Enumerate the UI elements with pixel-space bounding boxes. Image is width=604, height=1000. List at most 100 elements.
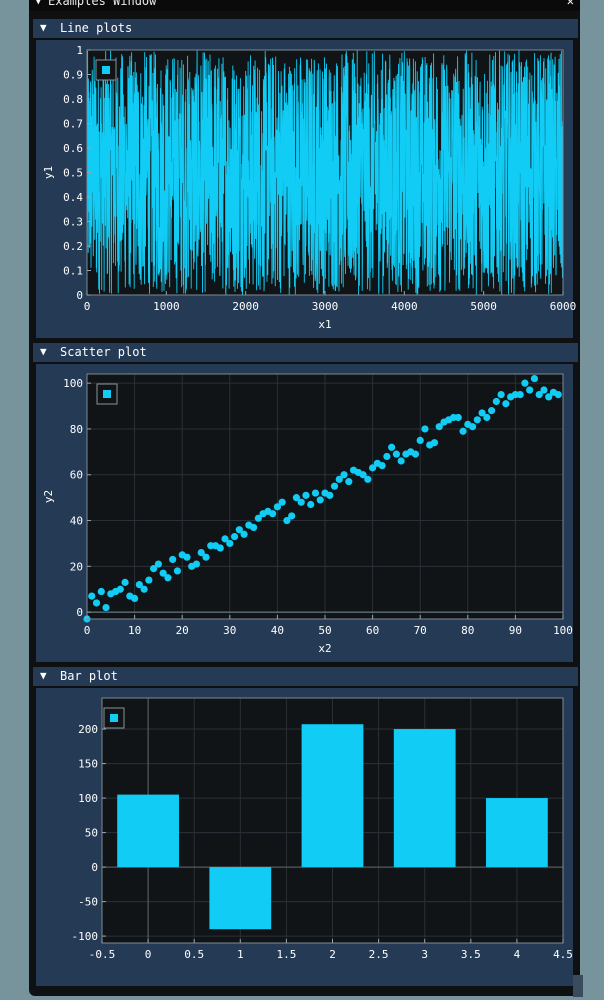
scatter-point	[278, 498, 286, 506]
chevron-down-icon: ▼	[40, 345, 47, 358]
scatter-point	[397, 457, 405, 465]
x-tick-label: 80	[461, 624, 474, 637]
scatter-point	[430, 439, 439, 447]
y-tick-label: 0.4	[63, 191, 83, 204]
bar	[486, 798, 548, 868]
scatter-point	[392, 450, 400, 458]
scatter-point	[364, 475, 372, 483]
scatter-point	[526, 386, 534, 394]
scatter-plot[interactable]: 0 10 20 30 40 50 60 70 80 90 100 0 20 40 60 80 100 x2 y2	[36, 364, 573, 662]
scatter-point	[240, 530, 248, 538]
scatter-point	[483, 413, 491, 422]
scatter-point	[97, 587, 105, 596]
x-tick-label: 2	[329, 948, 336, 961]
x-tick-label: 1.5	[276, 948, 296, 961]
y-tick-label: 0	[76, 606, 83, 619]
legend-swatch	[102, 66, 110, 74]
scatter-point	[288, 512, 296, 520]
y-tick-label: 0.7	[63, 118, 83, 131]
x-tick-label: 5000	[470, 300, 497, 313]
scatter-point	[502, 400, 510, 408]
scatter-point	[330, 482, 339, 490]
bar	[393, 729, 456, 868]
section-header-line-plots[interactable]: ▼ Line plots	[33, 19, 578, 38]
scatter-point	[473, 416, 481, 424]
y-tick-label: 0.1	[63, 265, 83, 278]
legend-swatch	[103, 390, 111, 398]
y-tick-label: 80	[70, 423, 83, 436]
x-tick-label: 30	[223, 624, 236, 637]
scatter-point	[411, 450, 420, 458]
y-tick-label: 0.2	[63, 240, 83, 253]
x-tick-label: 3	[421, 948, 428, 961]
x-tick-label: 70	[414, 624, 427, 637]
x-tick-label: 0	[145, 948, 152, 961]
y-tick-label: 0.3	[63, 216, 83, 229]
bar	[301, 724, 364, 868]
scatter-point	[250, 523, 258, 532]
section-label: Bar plot	[60, 669, 118, 683]
scatter-point	[297, 498, 305, 506]
x-tick-label: 20	[176, 624, 189, 637]
x-tick-label: 40	[271, 624, 284, 637]
scatter-point	[192, 560, 201, 568]
scatter-point	[102, 603, 110, 612]
y-tick-label: 0.9	[63, 69, 83, 82]
y-tick-label: -100	[72, 930, 99, 943]
scatter-point	[154, 560, 162, 568]
scatter-point	[488, 407, 496, 415]
x-axis-label: x1	[318, 318, 331, 331]
x-tick-label: 90	[509, 624, 522, 637]
window-titlebar[interactable]: ▼ Examples Window ✕	[29, 0, 580, 11]
resize-grip[interactable]	[573, 975, 583, 997]
x-tick-label: 0	[84, 300, 91, 313]
line-plot-panel: 0 1000 2000 3000 4000 5000 6000 0 0.1 0.2 0.3 0.4 0.…	[36, 40, 576, 338]
section-header-scatter-plot[interactable]: ▼ Scatter plot	[33, 343, 578, 362]
section-header-bar-plot[interactable]: ▼ Bar plot	[33, 667, 578, 686]
y-tick-label: 0	[91, 861, 98, 874]
close-icon[interactable]: ✕	[567, 0, 574, 8]
scatter-point	[378, 461, 386, 470]
y-tick-label: 40	[70, 515, 83, 528]
scatter-point	[326, 491, 334, 499]
x-tick-label: 0	[84, 624, 91, 637]
bar-plot-panel: -0.5 0 0.5 1 1.5 2 2.5 3 3.5 4 4.5 -100 -50 0 50 100 150…	[36, 688, 573, 986]
y-tick-label: 100	[78, 792, 98, 805]
legend-swatch	[110, 714, 118, 722]
scatter-point	[302, 491, 310, 499]
y-tick-label: 50	[85, 827, 98, 840]
y-tick-label: 60	[70, 469, 83, 482]
scatter-point	[530, 374, 539, 383]
y-tick-label: 200	[78, 723, 98, 736]
chevron-down-icon: ▼	[40, 669, 47, 682]
x-tick-label: 1000	[153, 300, 180, 313]
scatter-point	[121, 578, 129, 586]
collapse-icon[interactable]: ▼	[35, 0, 42, 7]
y-tick-label: 0	[76, 289, 83, 302]
bar-plot[interactable]: -0.5 0 0.5 1 1.5 2 2.5 3 3.5 4 4.5 -100 -50 0 50 100 150…	[36, 688, 573, 986]
scatter-point	[388, 443, 396, 451]
scatter-point	[459, 427, 467, 435]
scatter-point	[468, 423, 477, 431]
scatter-point	[173, 567, 182, 575]
window-title: Examples Window	[48, 0, 157, 8]
x-tick-label: 4	[514, 948, 521, 961]
x-tick-label: 2000	[232, 300, 259, 313]
scatter-point	[497, 391, 505, 399]
y-tick-label: 0.6	[63, 142, 83, 155]
scatter-point	[216, 544, 224, 552]
y-tick-label: -50	[78, 896, 98, 909]
x-tick-label: 4000	[391, 300, 418, 313]
scatter-point	[131, 594, 139, 602]
scatter-point	[421, 425, 429, 433]
bar	[209, 867, 272, 930]
line-plot[interactable]: 0 1000 2000 3000 4000 5000 6000 0 0.1 0.2 0.3 0.4 0.…	[36, 40, 576, 338]
scatter-point	[116, 585, 124, 593]
x-tick-label: 50	[318, 624, 331, 637]
scatter-point	[230, 532, 239, 541]
x-tick-label: 10	[128, 624, 141, 637]
scatter-point	[345, 478, 353, 486]
section-label: Scatter plot	[60, 345, 147, 359]
chevron-down-icon: ▼	[40, 21, 47, 34]
bar	[117, 794, 179, 868]
